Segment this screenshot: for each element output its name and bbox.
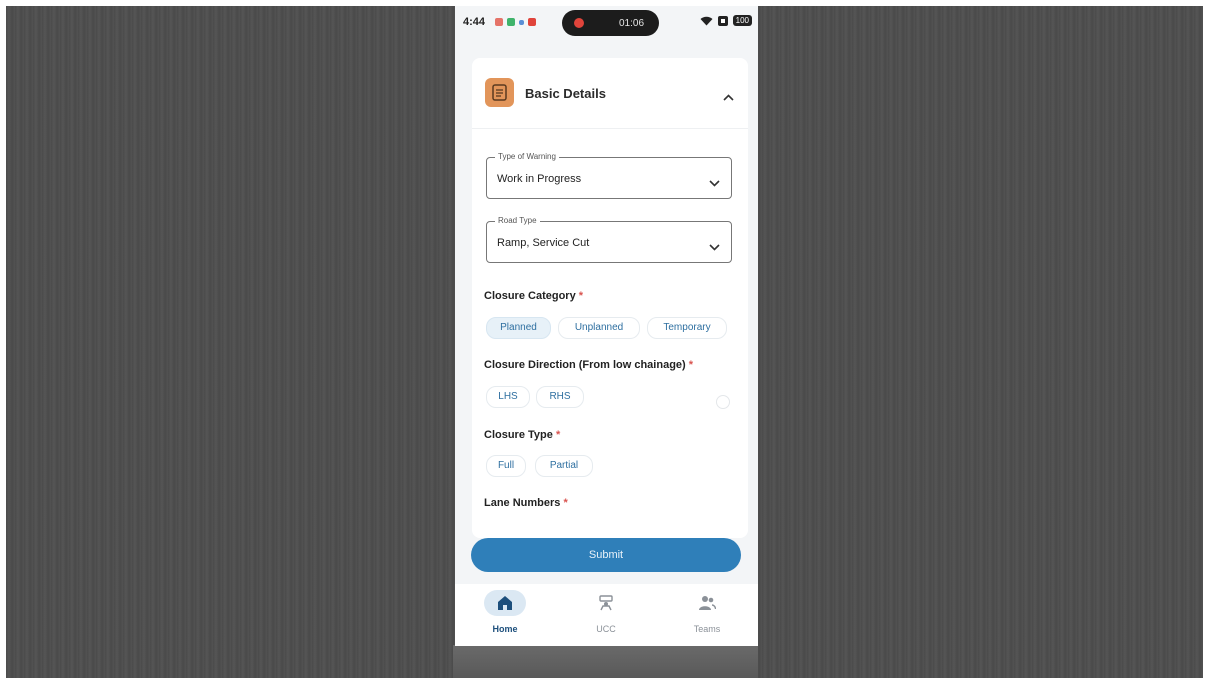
chip-lhs[interactable]: LHS	[486, 386, 530, 408]
chip-planned[interactable]: Planned	[486, 317, 551, 339]
type-of-warning-label: Type of Warning	[495, 152, 559, 161]
home-icon	[484, 590, 526, 616]
closure-category-text: Closure Category	[484, 290, 576, 302]
required-mark: *	[563, 497, 568, 509]
wifi-icon	[700, 16, 713, 26]
type-of-warning-value: Work in Progress	[497, 173, 582, 185]
nav-home-label: Home	[492, 624, 518, 634]
phone-screen: 4:44 01:06 100 Basic Details Type of War…	[455, 6, 758, 646]
closure-direction-label: Closure Direction (From low chainage) *	[484, 359, 693, 371]
status-time: 4:44	[463, 16, 486, 28]
document-icon	[485, 78, 514, 107]
control-room-icon	[585, 590, 627, 616]
road-type-value: Ramp, Service Cut	[497, 237, 590, 249]
signal-icon	[717, 15, 728, 26]
lane-numbers-text: Lane Numbers	[484, 497, 561, 509]
scan-bottom-edge	[453, 645, 758, 678]
nav-ucc-label: UCC	[596, 624, 616, 634]
screen-recorder-pill[interactable]: 01:06	[562, 10, 659, 36]
required-mark: *	[688, 359, 694, 371]
chevron-down-icon	[709, 238, 720, 256]
required-mark: *	[555, 429, 561, 441]
nav-ucc[interactable]: UCC	[566, 590, 646, 642]
chevron-down-icon	[709, 174, 720, 192]
notification-app-icon	[528, 18, 536, 26]
section-header[interactable]: Basic Details	[472, 58, 748, 129]
nav-home[interactable]: Home	[465, 590, 545, 642]
required-mark: *	[578, 290, 584, 302]
chip-partial[interactable]: Partial	[535, 455, 593, 477]
battery-indicator: 100	[732, 15, 752, 26]
chip-unplanned[interactable]: Unplanned	[558, 317, 640, 339]
chevron-up-icon[interactable]	[723, 88, 734, 106]
system-indicators: 100	[700, 15, 752, 26]
closure-category-label: Closure Category *	[484, 290, 583, 302]
road-type-label: Road Type	[495, 216, 540, 225]
type-of-warning-select[interactable]: Type of Warning Work in Progress	[486, 152, 732, 199]
bottom-navigation: Home UCC Teams	[455, 584, 758, 646]
nav-teams-label: Teams	[693, 624, 721, 634]
section-title: Basic Details	[525, 86, 606, 101]
nav-teams[interactable]: Teams	[667, 590, 747, 642]
recording-timer: 01:06	[619, 18, 645, 29]
chip-rhs[interactable]: RHS	[536, 386, 584, 408]
closure-type-label: Closure Type *	[484, 429, 560, 441]
submit-button[interactable]: Submit	[471, 538, 741, 572]
notification-app-icon	[507, 18, 515, 26]
record-icon	[574, 18, 584, 28]
basic-details-card: Basic Details Type of Warning Work in Pr…	[472, 58, 748, 538]
closure-type-text: Closure Type	[484, 429, 553, 441]
chip-full[interactable]: Full	[486, 455, 526, 477]
status-bar: 4:44 01:06 100	[455, 6, 758, 42]
notification-icons	[495, 17, 536, 27]
faint-radio-circle	[716, 395, 730, 409]
notification-app-icon	[519, 19, 524, 25]
lane-numbers-label: Lane Numbers *	[484, 497, 568, 509]
team-icon	[686, 590, 728, 616]
road-type-select[interactable]: Road Type Ramp, Service Cut	[486, 216, 732, 263]
notification-app-icon	[495, 18, 503, 26]
chip-temporary[interactable]: Temporary	[647, 317, 727, 339]
closure-direction-text: Closure Direction (From low chainage)	[484, 359, 686, 371]
